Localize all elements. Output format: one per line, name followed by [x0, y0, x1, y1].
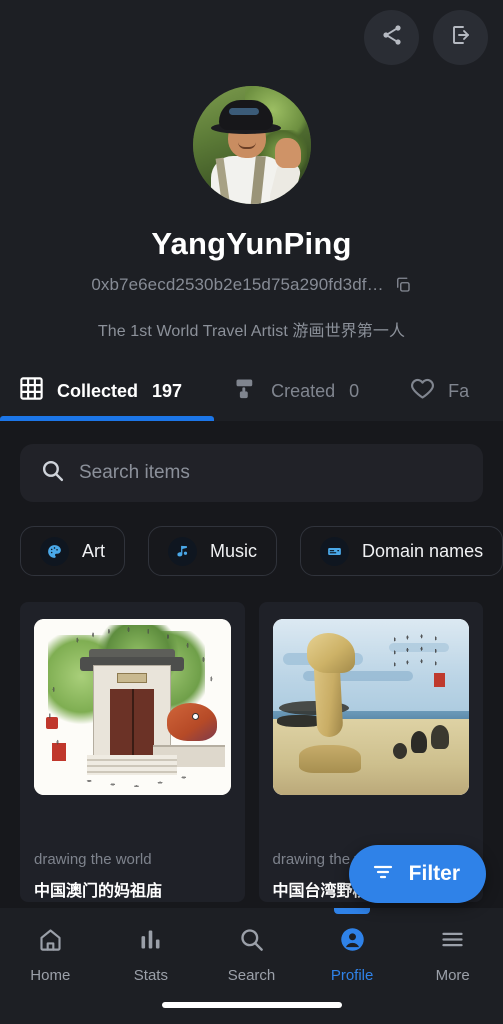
wallet-address: 0xb7e6ecd2530b2e15d75a290fd3df…	[91, 275, 384, 294]
home-indicator	[161, 1002, 342, 1008]
share-icon	[380, 23, 404, 52]
bottom-navigation: Home Stats Search Profile More	[0, 908, 503, 1024]
filter-icon	[371, 860, 395, 889]
nav-item-search[interactable]: Search	[201, 926, 302, 984]
search-icon	[40, 458, 65, 488]
copy-icon[interactable]	[394, 276, 412, 294]
item-collection: drawing the world	[34, 851, 152, 868]
chip-art[interactable]: Art	[20, 526, 126, 576]
item-meta: drawing the world 中国澳门的妈祖庙	[34, 851, 231, 901]
profile-tabs: Collected 197 Created 0 Fa	[0, 361, 503, 421]
tab-favorited[interactable]: Fa	[409, 375, 469, 421]
nav-item-home[interactable]: Home	[0, 926, 101, 984]
bar-chart-icon	[137, 926, 164, 958]
search-placeholder: Search items	[79, 462, 190, 483]
filter-button-label: Filter	[408, 862, 460, 885]
chip-music-label: Music	[210, 540, 258, 561]
logout-button[interactable]	[433, 10, 488, 65]
paint-roller-icon	[232, 375, 259, 407]
nav-item-profile[interactable]: Profile	[302, 908, 403, 984]
search-icon	[238, 926, 265, 958]
chip-domain-names[interactable]: Domain names	[300, 526, 503, 576]
logout-icon	[449, 23, 473, 52]
nav-item-search-label: Search	[227, 967, 276, 984]
avatar[interactable]	[192, 86, 311, 204]
wallet-address-row[interactable]: 0xb7e6ecd2530b2e15d75a290fd3df…	[0, 275, 503, 295]
header-actions	[364, 10, 488, 65]
tab-collected-count: 197	[152, 380, 183, 401]
domain-card-icon	[320, 536, 350, 566]
item-artwork	[272, 619, 469, 795]
nav-item-more-label: More	[435, 967, 470, 984]
tab-created[interactable]: Created 0	[232, 375, 359, 421]
nav-item-stats-label: Stats	[133, 967, 168, 984]
avatar-container	[0, 86, 503, 204]
tab-created-label: Created	[271, 380, 336, 401]
profile-screen: YangYunPing 0xb7e6ecd2530b2e15d75a290fd3…	[0, 0, 503, 1024]
item-card[interactable]: drawing the world 中国澳门的妈祖庙	[20, 602, 245, 902]
page-title: YangYunPing	[151, 226, 352, 261]
tab-created-count: 0	[349, 380, 360, 401]
chip-music[interactable]: Music	[148, 526, 278, 576]
person-icon	[339, 926, 366, 958]
profile-header: YangYunPing 0xb7e6ecd2530b2e15d75a290fd3…	[0, 0, 503, 421]
chip-art-label: Art	[82, 540, 106, 561]
tab-favorited-label: Fa	[448, 380, 470, 401]
hamburger-icon	[439, 926, 466, 958]
item-artwork	[34, 619, 231, 795]
filter-button[interactable]: Filter	[348, 845, 486, 903]
music-note-icon	[168, 536, 198, 566]
active-nav-indicator	[334, 908, 371, 914]
tab-collected-label: Collected	[57, 380, 139, 401]
grid-icon	[18, 375, 45, 407]
profile-bio: The 1st World Travel Artist 游画世界第一人	[97, 323, 406, 340]
chip-domain-names-label: Domain names	[362, 540, 484, 561]
home-icon	[37, 926, 64, 958]
item-title: 中国澳门的妈祖庙	[34, 883, 163, 900]
nav-item-more[interactable]: More	[402, 926, 503, 984]
palette-icon	[40, 536, 69, 566]
category-chips: Art Music Domain names	[20, 526, 503, 576]
nav-item-stats[interactable]: Stats	[101, 926, 202, 984]
nav-item-home-label: Home	[30, 967, 71, 984]
share-button[interactable]	[364, 10, 419, 65]
nav-item-profile-label: Profile	[330, 967, 374, 984]
tab-collected[interactable]: Collected 197	[0, 375, 215, 421]
active-tab-underline	[0, 416, 215, 421]
heart-icon	[409, 375, 436, 407]
search-input[interactable]: Search items	[20, 444, 483, 502]
